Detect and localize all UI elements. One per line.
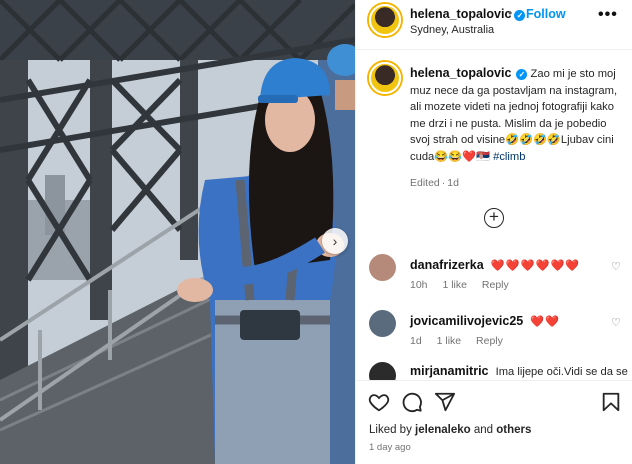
post-photo[interactable]: › (0, 0, 355, 464)
chevron-right-icon: › (332, 233, 338, 249)
comment-body: ❤️❤️❤️❤️❤️❤️ (490, 260, 581, 272)
comment-username[interactable]: mirjanamitric (410, 364, 489, 378)
liked-by-others[interactable]: others (496, 424, 531, 436)
more-options-icon[interactable]: ••• (598, 6, 618, 24)
edited-dot: · (441, 177, 446, 189)
likes-prefix: Liked by (369, 424, 412, 436)
post-location[interactable]: Sydney, Australia (410, 24, 494, 36)
hashtag-link[interactable]: #climb (493, 151, 525, 163)
comment-avatar[interactable] (369, 254, 396, 281)
comment-body: ❤️❤️ (530, 316, 561, 328)
author-avatar[interactable] (369, 4, 401, 36)
comment-avatar[interactable] (369, 362, 396, 380)
comment-item: mirjanamitric Ima lijepe oči.Vidi se da … (356, 362, 632, 380)
comment-body: Ima lijepe oči.Vidi se da se (495, 366, 628, 378)
comment-time: 1d (410, 335, 422, 347)
share-icon[interactable] (434, 391, 456, 413)
likes-summary: Liked by jelenaleko and others (369, 424, 531, 436)
bridge-photo-illustration (0, 0, 355, 464)
liked-by-user[interactable]: jelenaleko (415, 424, 471, 436)
comment-item: jovicamilivojevic25 ❤️❤️ 1d 1 like Reply… (356, 310, 632, 360)
post-time-ago[interactable]: 1 day ago (369, 442, 411, 453)
comment-meta: 1d 1 like Reply (410, 335, 515, 347)
heart-icon[interactable] (368, 391, 390, 413)
caption-text: helena_topalovic ✓ Zao mi je sto moj muz … (410, 65, 625, 165)
next-photo-button[interactable]: › (322, 228, 348, 254)
likes-and: and (473, 424, 494, 436)
post-side-panel: helena_topalovic ✓ • Follow Sydney, Austr… (355, 0, 632, 464)
reply-button[interactable]: Reply (476, 335, 503, 347)
comment-like-heart-icon[interactable]: ♡ (611, 316, 621, 329)
comment-text: danafrizerka ❤️❤️❤️❤️❤️❤️ (410, 258, 580, 272)
comment-time: 10h (410, 279, 428, 291)
edited-label: Edited · 1d (410, 177, 459, 189)
post-header: helena_topalovic ✓ • Follow Sydney, Austr… (356, 0, 632, 50)
caption-avatar[interactable] (369, 62, 401, 94)
load-more-comments-icon[interactable]: + (484, 208, 504, 228)
comment-icon[interactable] (401, 391, 423, 413)
comment-meta: 10h 1 like Reply (410, 279, 521, 291)
author-username-text[interactable]: helena_topalovic (410, 7, 511, 21)
comment-likes[interactable]: 1 like (437, 335, 462, 347)
caption-body: Zao mi je sto moj muz nece da ga postavl… (410, 68, 618, 163)
caption-username[interactable]: helena_topalovic (410, 66, 511, 80)
comment-text: jovicamilivojevic25 ❤️❤️ (410, 314, 560, 328)
reply-button[interactable]: Reply (482, 279, 509, 291)
verified-badge-icon: ✓ (514, 10, 526, 21)
follow-button[interactable]: Follow (526, 7, 566, 21)
separator-dot: • (508, 6, 513, 20)
comment-username[interactable]: jovicamilivojevic25 (410, 314, 523, 328)
comment-text: mirjanamitric Ima lijepe oči.Vidi se da … (410, 364, 628, 378)
edited-time: 1d (447, 177, 459, 189)
edited-text: Edited (410, 177, 440, 189)
action-bar (356, 380, 632, 420)
comment-username[interactable]: danafrizerka (410, 258, 484, 272)
bookmark-icon[interactable] (600, 391, 622, 413)
comment-avatar[interactable] (369, 310, 396, 337)
comment-like-heart-icon[interactable]: ♡ (611, 260, 621, 273)
comment-likes[interactable]: 1 like (442, 279, 467, 291)
verified-badge-icon: ✓ (516, 69, 528, 80)
comment-item: danafrizerka ❤️❤️❤️❤️❤️❤️ 10h 1 like Rep… (356, 254, 632, 304)
